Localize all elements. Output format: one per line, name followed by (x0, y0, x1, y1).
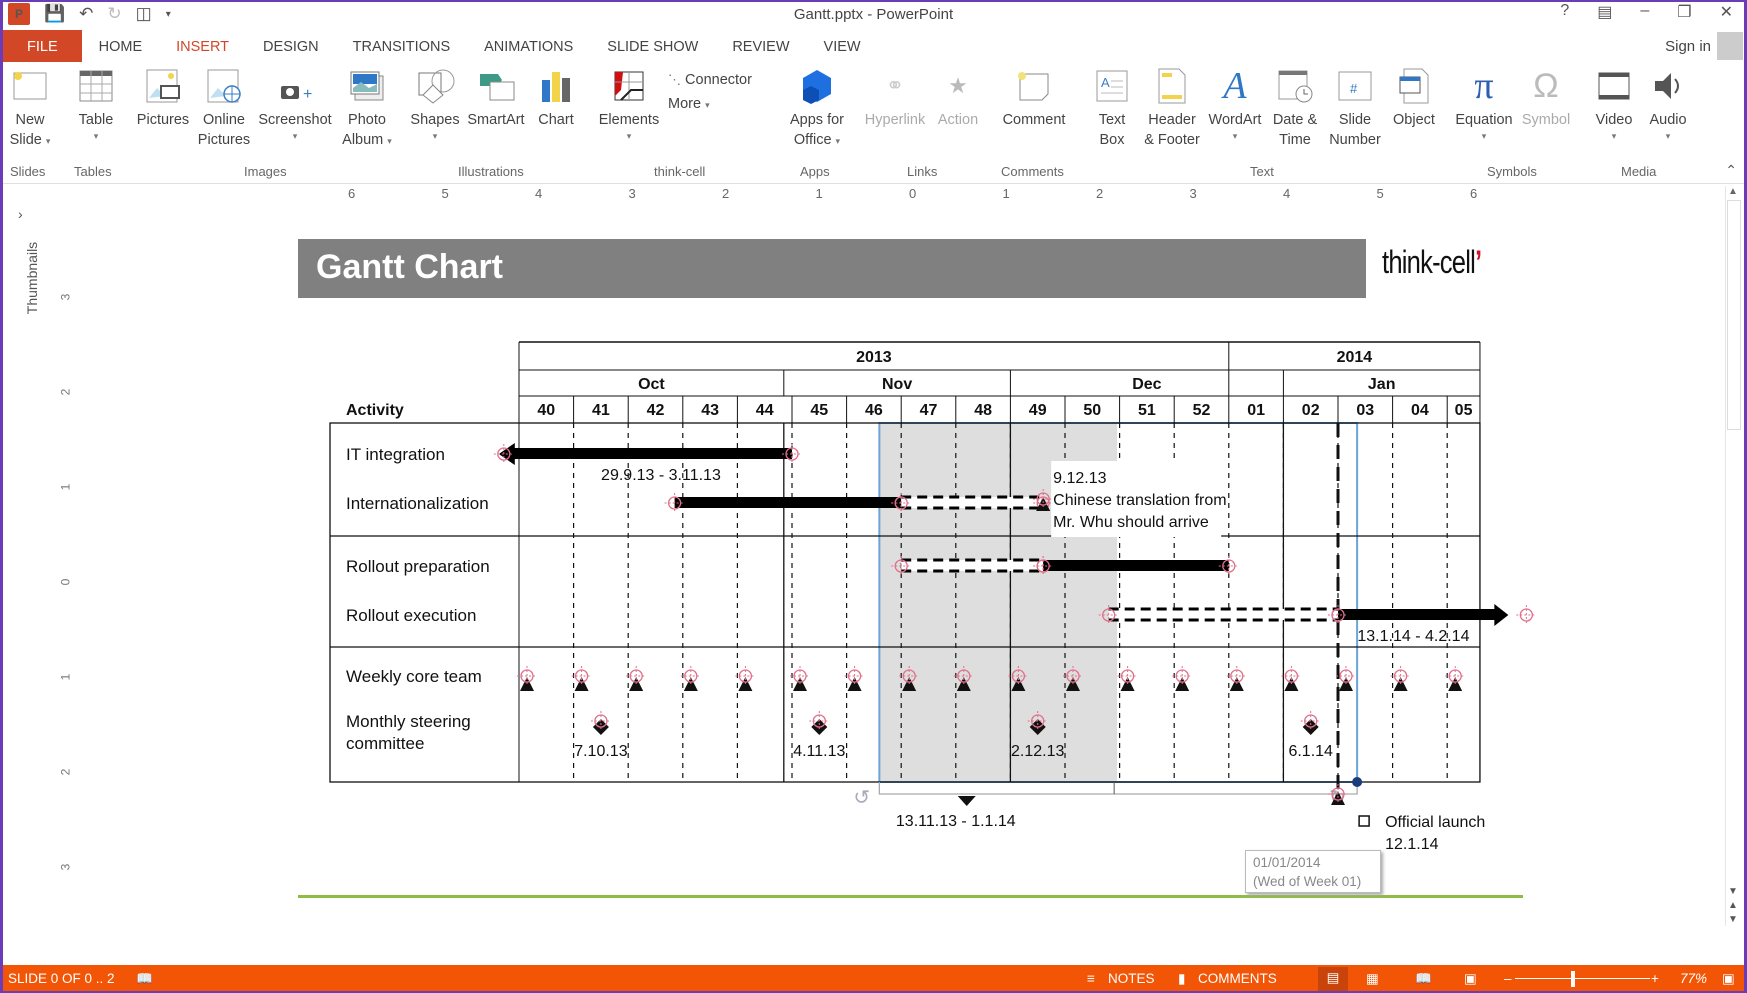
activity-label: Rollout preparation (346, 557, 490, 576)
gantt-bar (510, 448, 792, 459)
activity-header: Activity (346, 402, 404, 419)
milestone-date-label: 2.12.13 (1011, 743, 1064, 760)
month-label: Dec (1132, 376, 1161, 393)
gantt-bar (1338, 609, 1497, 620)
gantt-bar-dashed-fill (1108, 609, 1338, 620)
week-label: 41 (592, 402, 610, 419)
gantt-bar-dashed-fill (901, 560, 1044, 571)
week-label: 43 (701, 402, 719, 419)
notes-icon[interactable]: ≡ (1087, 971, 1095, 986)
week-label: 51 (1138, 402, 1156, 419)
milestone-note: Chinese translation from (1053, 492, 1226, 509)
week-label: 47 (920, 402, 938, 419)
bar-date-label: 13.1.14 - 4.2.14 (1357, 628, 1469, 645)
week-label: 05 (1455, 402, 1473, 419)
gantt-bar (1043, 560, 1229, 571)
activity-label: Internationalization (346, 494, 489, 513)
week-label: 02 (1302, 402, 1320, 419)
status-bar: SLIDE 0 OF 0 .. 2 📖 ≡ NOTES ▮ COMMENTS ▤… (0, 965, 1747, 993)
activity-label: committee (346, 734, 424, 753)
week-label: 48 (974, 402, 992, 419)
week-label: 44 (756, 402, 774, 419)
reading-view-button[interactable]: 📖 (1415, 971, 1432, 987)
activity-label: Weekly core team (346, 667, 482, 686)
zoom-level[interactable]: 77% (1680, 971, 1707, 986)
highlight-date-range-label: 13.11.13 - 1.1.14 (896, 813, 1016, 830)
slide-sorter-view-button[interactable]: ▦ (1366, 971, 1379, 987)
activity-label: IT integration (346, 445, 445, 464)
week-label: 45 (810, 402, 828, 419)
footer-divider-line (298, 895, 1523, 898)
slide-counter: SLIDE 0 OF 0 .. 2 (8, 971, 115, 986)
week-label: 04 (1411, 402, 1429, 419)
month-label: Oct (638, 376, 665, 393)
official-launch-label: Official launch (1385, 814, 1485, 831)
date-tooltip: 01/01/2014 (Wed of Week 01) (1245, 850, 1381, 893)
activity-label: Monthly steering (346, 712, 471, 731)
milestone-note: Mr. Whu should arrive (1053, 514, 1209, 531)
week-label: 52 (1193, 402, 1211, 419)
milestone-date-label: 7.10.13 (574, 743, 627, 760)
slide-show-view-button[interactable]: ▣ (1464, 971, 1477, 987)
comments-icon[interactable]: ▮ (1178, 971, 1185, 987)
week-label: 03 (1356, 402, 1374, 419)
year-label: 2013 (856, 349, 892, 366)
milestone-note: 9.12.13 (1053, 470, 1106, 487)
week-label: 50 (1083, 402, 1101, 419)
week-label: 46 (865, 402, 883, 419)
year-label: 2014 (1337, 349, 1373, 366)
rotate-handle-icon: ↺ (853, 787, 870, 809)
zoom-slider[interactable] (1515, 978, 1650, 979)
gantt-bar-dashed-fill (901, 497, 1044, 508)
highlight-bracket (878, 782, 1358, 795)
milestone-date-label: 6.1.14 (1288, 743, 1333, 760)
comments-button[interactable]: COMMENTS (1198, 971, 1277, 986)
official-launch-date: 12.1.14 (1385, 836, 1438, 853)
week-label: 01 (1247, 402, 1265, 419)
activity-label: Rollout execution (346, 606, 476, 625)
week-label: 49 (1029, 402, 1047, 419)
zoom-slider-thumb[interactable] (1570, 971, 1575, 987)
fit-slide-to-window-button[interactable]: ▣ (1722, 971, 1735, 987)
bar-date-label: 29.9.13 - 3.11.13 (601, 467, 721, 484)
zoom-in-button[interactable]: + (1651, 971, 1659, 986)
week-label: 42 (647, 402, 665, 419)
move-handle-icon (1358, 815, 1370, 827)
month-label: Nov (882, 376, 912, 393)
normal-view-button[interactable]: ▤ (1318, 967, 1348, 991)
bracket-pointer (957, 796, 976, 806)
month-label: Jan (1368, 376, 1396, 393)
gantt-chart[interactable]: 2013 2014 Oct Nov Dec Jan 40 41 42 43 44 45 46 47 48 49… (0, 0, 1747, 993)
milestone-date-label: 4.11.13 (793, 743, 845, 760)
week-label: 40 (537, 402, 555, 419)
bar-arrowhead-right (1494, 604, 1509, 626)
notes-button[interactable]: NOTES (1108, 971, 1155, 986)
spell-check-icon[interactable]: 📖 (136, 971, 153, 987)
zoom-out-button[interactable]: – (1504, 971, 1512, 986)
gantt-bar (674, 497, 902, 508)
selection-corner-handle (1352, 777, 1363, 787)
